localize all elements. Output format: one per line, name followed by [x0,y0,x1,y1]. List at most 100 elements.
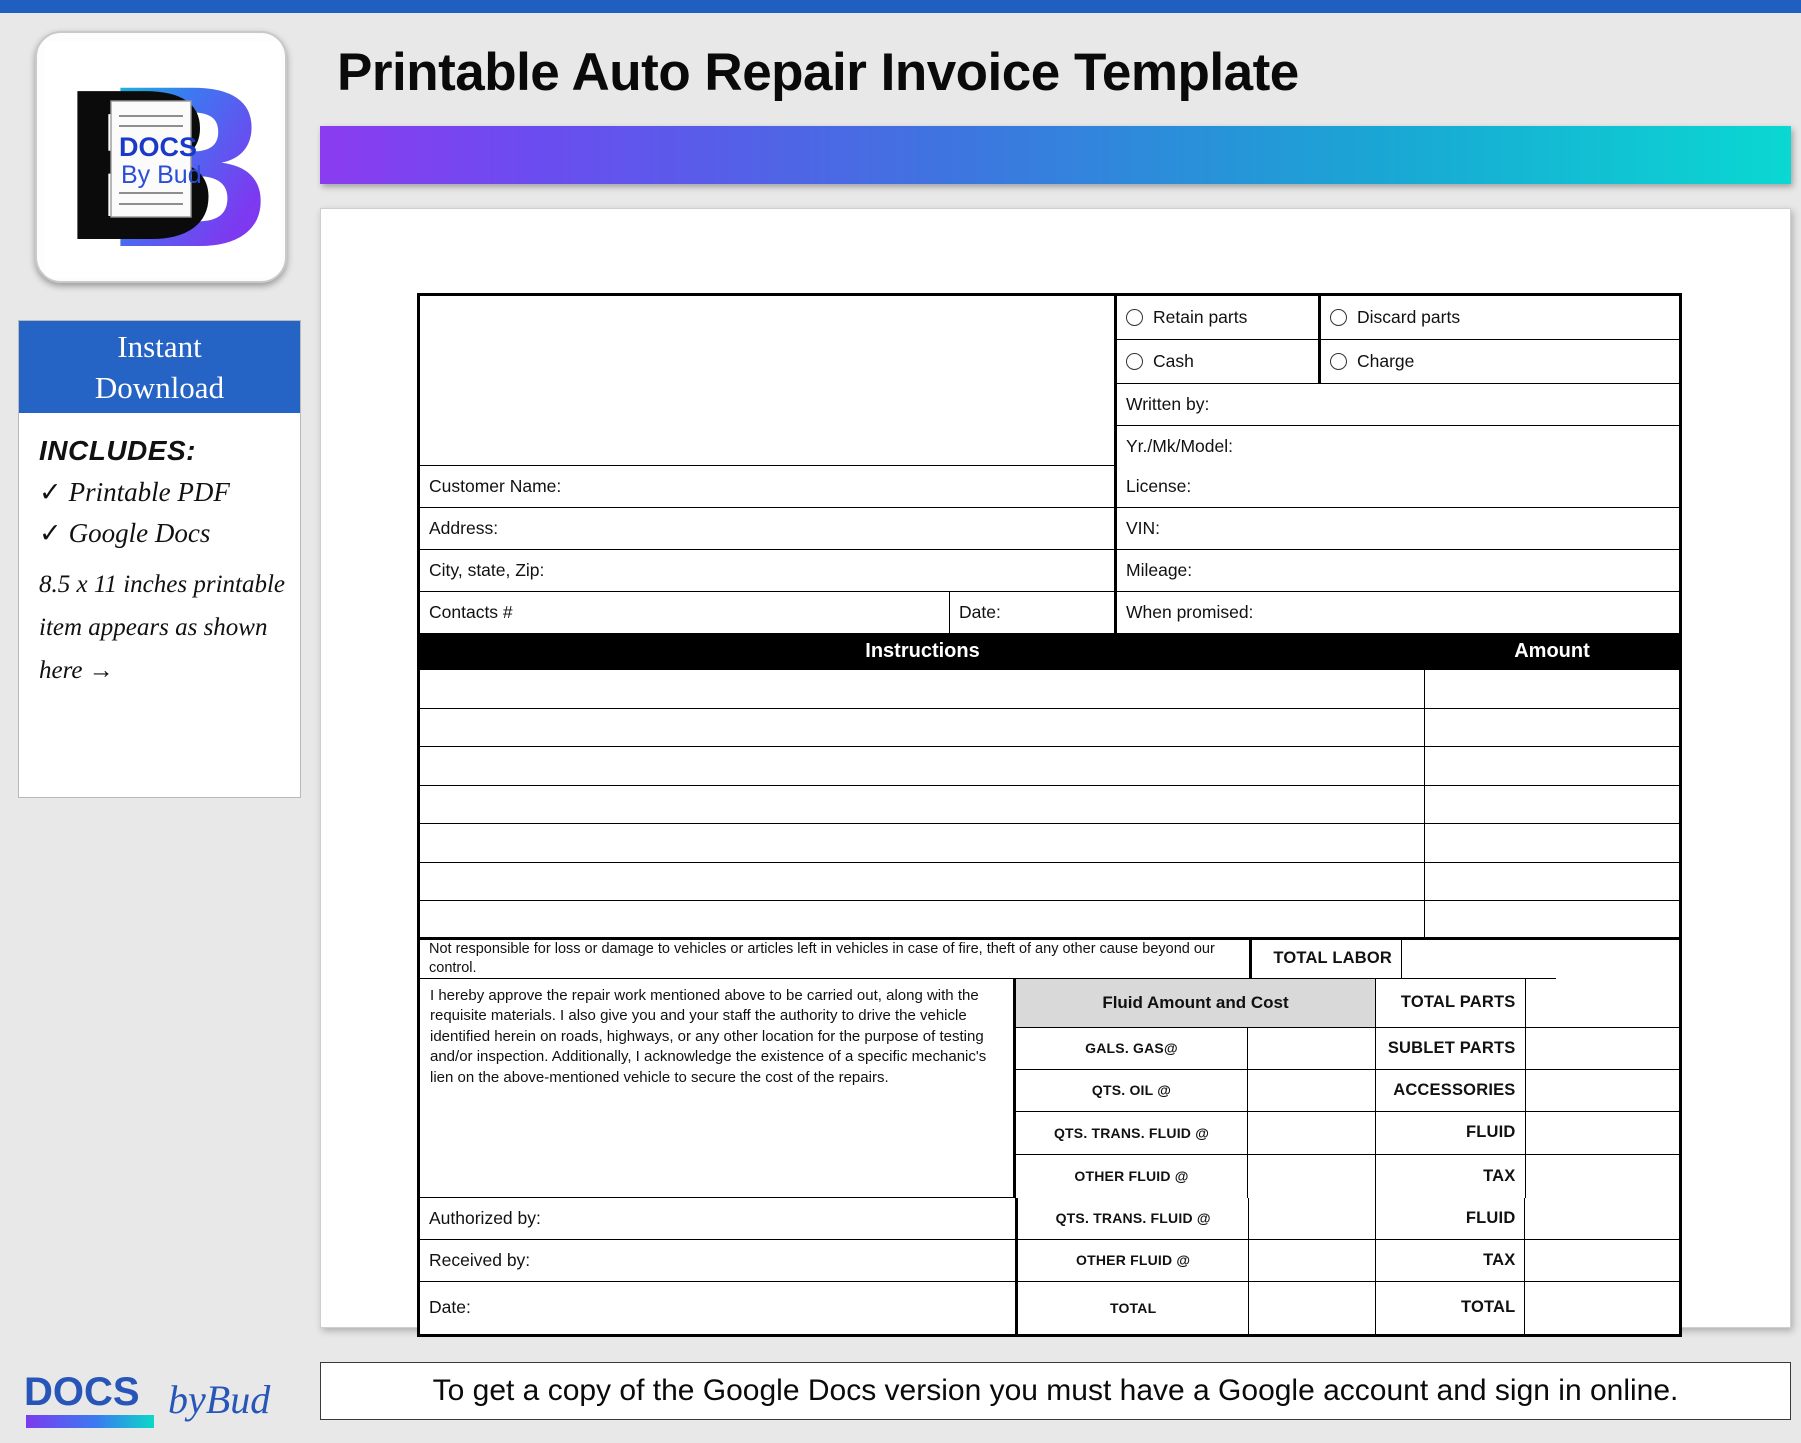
fluid-value-2[interactable] [1525,1198,1679,1240]
address-field[interactable]: Address: [420,508,1117,550]
radio-icon[interactable] [1330,353,1347,370]
instruction-input[interactable] [420,785,1425,824]
fluid-other-label-text-2: OTHER FLUID @ [1076,1252,1191,1268]
fluid-trans-label: QTS. TRANS. FLUID @ [1016,1111,1248,1155]
fluid-other-value[interactable] [1248,1155,1375,1198]
total-parts-value[interactable] [1525,979,1679,1028]
fluid-total-label-text: TOTAL [1109,1299,1157,1316]
footer-logo-bybud: byBud [168,1377,271,1422]
city-state-zip-field[interactable]: City, state, Zip: [420,550,1117,592]
fluid-gas-value[interactable] [1248,1028,1375,1070]
instruction-row [420,785,1679,824]
received-by-label: Received by: [429,1249,531,1270]
accessories-value[interactable] [1525,1070,1679,1112]
customer-name-field[interactable]: Customer Name: [420,466,1117,508]
instruction-input[interactable] [420,708,1425,747]
charge-option[interactable]: Charge [1321,340,1679,384]
fluid-total-value-2[interactable] [1249,1281,1376,1334]
cash-option[interactable]: Cash [1117,340,1321,384]
cash-label: Cash [1153,351,1194,371]
gradient-accent-bar [320,126,1791,184]
tax-value[interactable] [1526,1155,1679,1198]
written-by-row: Written by: [1117,384,1679,426]
fluid-table-header-label: Fluid Amount and Cost [1102,992,1289,1012]
footer-logo-docs: DOCS [24,1370,140,1414]
grand-total-value[interactable] [1525,1282,1679,1334]
total-labor-label: TOTAL LABOR [1273,949,1392,967]
radio-icon[interactable] [1126,309,1143,326]
sidebar: B B DOCS By Bud Instant Download INCLUDE… [0,13,318,1440]
contacts-field[interactable]: Contacts # [420,592,950,634]
total-labor-value[interactable] [1402,940,1556,979]
amount-input[interactable] [1425,824,1679,863]
mileage-label: Mileage: [1126,560,1193,580]
fluid-row-other: OTHER FLUID @ [1016,1154,1375,1198]
tax-label-cell-2: TAX [1375,1239,1526,1282]
shop-info-blank-area[interactable] [420,296,1117,466]
amount-input[interactable] [1425,670,1679,709]
instruction-input[interactable] [420,862,1425,901]
instruction-input[interactable] [420,901,1425,940]
fluid-trans-value-2[interactable] [1249,1197,1376,1240]
authorized-by-label: Authorized by: [429,1207,541,1228]
instruction-input[interactable] [420,824,1425,863]
when-promised-field[interactable]: When promised: [1117,592,1679,634]
yr-mk-model-field[interactable]: Yr./Mk/Model: [1117,426,1679,466]
footer-docs-by-bud-logo: DOCS byBud [24,1370,271,1428]
radio-icon[interactable] [1126,353,1143,370]
fluid-trans-value[interactable] [1248,1112,1375,1155]
tax-label-2: TAX [1483,1250,1516,1269]
sublet-parts-label: SUBLET PARTS [1387,1038,1516,1057]
total-parts-label: TOTAL PARTS [1400,993,1516,1011]
amount-input[interactable] [1425,786,1679,824]
svg-text:DOCS: DOCS [119,132,197,162]
total-parts-row: TOTAL PARTS [1376,978,1679,1028]
fluid-table-header: Fluid Amount and Cost [1016,978,1375,1028]
sublet-parts-label-cell: SUBLET PARTS [1376,1027,1526,1070]
license-field[interactable]: License: [1117,466,1679,508]
retain-parts-option[interactable]: Retain parts [1117,296,1321,340]
includes-item-pdf: ✓ Printable PDF [39,477,300,508]
accessories-label-cell: ACCESSORIES [1376,1069,1526,1112]
liability-disclaimer-text: Not responsible for loss or damage to ve… [429,941,1215,976]
vin-label: VIN: [1126,518,1161,538]
date-field[interactable]: Date: [950,592,1117,634]
accessories-label: ACCESSORIES [1393,1080,1516,1099]
grand-total-label-cell: TOTAL [1376,1281,1526,1334]
discard-parts-option[interactable]: Discard parts [1321,296,1679,340]
authorized-by-row: Authorized by: QTS. TRANS. FLUID @ FLUID [420,1197,1679,1240]
amount-input[interactable] [1425,901,1679,940]
city-state-zip-row: City, state, Zip: Mileage: [420,550,1679,592]
google-docs-note-text: To get a copy of the Google Docs version… [432,1374,1679,1407]
fluid-label-cell: FLUID [1375,1197,1526,1240]
city-state-zip-label: City, state, Zip: [429,560,545,580]
amount-input[interactable] [1425,747,1679,786]
invoice-date-label: Date: [429,1297,471,1317]
fluid-oil-label-text: QTS. OIL @ [1091,1082,1172,1098]
amount-input[interactable] [1425,709,1679,747]
fluid-total-label-cell-2: TOTAL [1018,1281,1250,1334]
invoice-date-row: Date: TOTAL TOTAL [420,1281,1679,1334]
tax-value-2[interactable] [1525,1240,1679,1282]
sublet-parts-value[interactable] [1525,1028,1679,1070]
fluid-row-trans: QTS. TRANS. FLUID @ [1016,1111,1375,1155]
fluid-total-label-cell: FLUID [1376,1111,1526,1155]
fluid-row-gas: GALS. GAS@ [1016,1027,1375,1070]
authorized-by-field[interactable]: Authorized by: [420,1197,1019,1240]
written-by-field[interactable]: Written by: [1117,384,1679,426]
instruction-input[interactable] [420,747,1425,786]
document-preview-card: Retain parts Discard parts Cash Charge W… [320,208,1791,1337]
fluid-total-value[interactable] [1525,1112,1679,1155]
instruction-row [420,747,1679,786]
includes-item-gdocs: ✓ Google Docs [39,518,300,549]
radio-icon[interactable] [1330,309,1347,326]
vin-field[interactable]: VIN: [1117,508,1679,550]
received-by-field[interactable]: Received by: [420,1239,1019,1282]
invoice-date-field[interactable]: Date: [420,1281,1019,1334]
fluid-oil-value[interactable] [1248,1070,1375,1112]
mileage-field[interactable]: Mileage: [1117,550,1679,592]
fluid-other-value-2[interactable] [1249,1239,1376,1282]
instruction-input[interactable] [420,670,1425,709]
amount-input[interactable] [1425,863,1679,901]
amount-header-label: Amount [1514,640,1590,662]
